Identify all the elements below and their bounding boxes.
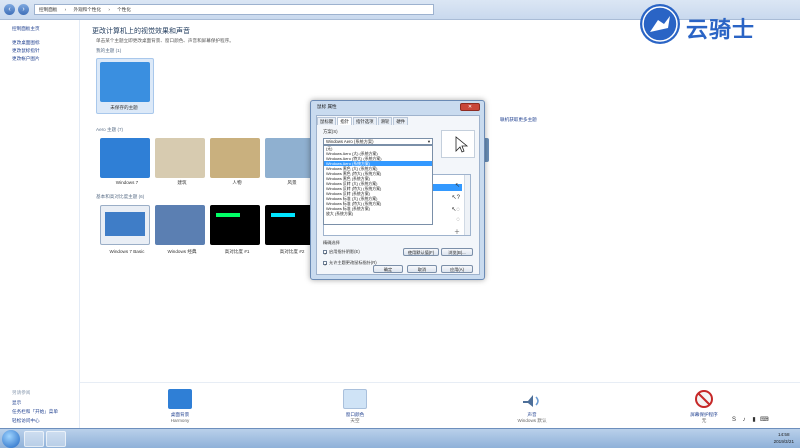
theme-windows7-basic[interactable]: Windows 7 Basic xyxy=(100,205,154,255)
window-color-button[interactable]: 窗口颜色 天空 xyxy=(325,389,385,424)
basic-themes-label: 基本和高对比度主题 (6) xyxy=(96,194,145,199)
keyboard-icon[interactable]: ⌨ xyxy=(760,416,769,424)
desktop-background-icon xyxy=(168,389,192,409)
my-themes-label: 我的主题 (1) xyxy=(96,48,122,53)
see-also-title: 另请参阅 xyxy=(12,390,31,395)
page-title: 更改计算机上的视觉效果和声音 xyxy=(92,28,190,35)
theme-architecture[interactable]: 建筑 xyxy=(155,138,209,188)
scheme-combobox[interactable]: Windows Aero (系统方案) ▼ xyxy=(323,138,433,145)
tab-hardware[interactable]: 硬件 xyxy=(393,117,409,125)
address-input[interactable]: 控制面板 › 外观和个性化 › 个性化 xyxy=(34,4,434,15)
sounds-icon xyxy=(520,389,544,409)
precision-select-label: 精确选择 xyxy=(323,240,340,245)
screen-saver-icon xyxy=(692,389,716,409)
checkbox-icon xyxy=(323,260,327,265)
dialog-tabs: 鼠标键 指针 指针选项 滑轮 硬件 xyxy=(317,117,409,125)
normal-select-icon: ↖ xyxy=(454,183,460,189)
knight-logo-icon xyxy=(640,4,680,44)
theme-windows7[interactable]: Windows 7 xyxy=(100,138,154,188)
back-button[interactable]: ‹ xyxy=(4,4,15,15)
desktop-background-button[interactable]: 桌面背景 Harmony xyxy=(150,389,210,423)
screen-saver-button[interactable]: 屏幕保护程序 无 xyxy=(674,389,734,424)
cancel-button[interactable]: 取消 xyxy=(407,265,437,273)
checkbox-icon xyxy=(323,249,327,254)
system-tray: S ♪ ▮ ⌨ xyxy=(730,416,769,424)
breadcrumb-2[interactable]: 外观和个性化 xyxy=(73,7,101,12)
brand-watermark: 云骑士 xyxy=(640,4,800,48)
list-scrollbar[interactable] xyxy=(464,175,470,235)
taskbar-explorer-button[interactable] xyxy=(24,431,44,447)
theme-high-contrast-1[interactable]: 高对比度 #1 xyxy=(210,205,264,255)
nav-ease-of-access[interactable]: 轻松访问中心 xyxy=(12,418,40,424)
forward-button[interactable]: › xyxy=(18,4,29,15)
apply-button[interactable]: 应用(A) xyxy=(441,265,473,273)
browse-button[interactable]: 浏览(B)... xyxy=(441,248,473,256)
theme-thumbnail xyxy=(100,62,150,102)
scheme-label: 方案(S) xyxy=(323,129,338,134)
volume-icon[interactable]: ♪ xyxy=(740,416,748,424)
mouse-properties-dialog: 鼠标 属性 ✕ 鼠标键 指针 指针选项 滑轮 硬件 方案(S) ↖ ↖? ↖◌ … xyxy=(310,100,485,280)
input-method-icon[interactable]: S xyxy=(730,416,738,424)
scheme-option[interactable]: 放大 (系统方案) xyxy=(324,211,432,216)
nav-display[interactable]: 显示 xyxy=(12,400,21,406)
scheme-dropdown-list[interactable]: (无) Windows Aero (大) (系统方案) Windows Aero… xyxy=(323,145,433,225)
theme-characters[interactable]: 人物 xyxy=(210,138,264,188)
allow-themes-checkbox[interactable]: 允许主题更改鼠标指针(R) xyxy=(323,260,377,266)
breadcrumb-3[interactable]: 个性化 xyxy=(117,7,131,12)
theme-unsaved[interactable]: 未保存的主题 xyxy=(96,58,154,114)
nav-taskbar-start-menu[interactable]: 任务栏和「开始」菜单 xyxy=(12,409,58,415)
working-background-icon: ↖◌ xyxy=(451,207,460,213)
brand-text: 云骑士 xyxy=(686,17,756,42)
left-navigation: 控制面板主页 更改桌面图标 更改鼠标指针 更改帐户图片 另请参阅 显示 任务栏和… xyxy=(0,20,80,428)
network-icon[interactable]: ▮ xyxy=(750,416,758,424)
tab-pointers[interactable]: 指针 xyxy=(337,117,352,125)
sounds-button[interactable]: 声音 Windows 默认 xyxy=(502,389,562,424)
dialog-body: 鼠标键 指针 指针选项 滑轮 硬件 方案(S) ↖ ↖? ↖◌ ◌ ＋ 精确选择… xyxy=(316,115,480,275)
nav-change-desktop-icons[interactable]: 更改桌面图标 xyxy=(12,40,40,46)
system-clock[interactable]: 14:58 2019/3/21 xyxy=(774,431,794,445)
precision-select-icon: ＋ xyxy=(453,230,460,236)
tab-pointer-options[interactable]: 指针选项 xyxy=(352,117,377,125)
taskbar-control-panel-button[interactable] xyxy=(46,431,66,447)
tab-buttons[interactable]: 鼠标键 xyxy=(317,117,337,125)
nav-change-mouse-pointers[interactable]: 更改鼠标指针 xyxy=(12,48,40,54)
aero-themes-label: Aero 主题 (7) xyxy=(96,127,124,132)
theme-name: 未保存的主题 xyxy=(110,105,138,110)
theme-settings-bar: 桌面背景 Harmony 窗口颜色 天空 声音 Windows 默认 屏幕保护程… xyxy=(80,382,800,428)
get-more-themes-link[interactable]: 联机获取更多主题 xyxy=(500,117,537,123)
nav-control-panel-home[interactable]: 控制面板主页 xyxy=(12,26,40,32)
close-button[interactable]: ✕ xyxy=(460,103,480,111)
window-color-icon xyxy=(343,389,367,409)
breadcrumb-1[interactable]: 控制面板 xyxy=(39,7,57,12)
taskbar: 14:58 2019/3/21 xyxy=(0,428,800,448)
pointer-shadow-checkbox[interactable]: 启用指针阴影(E) xyxy=(323,249,360,255)
start-button[interactable] xyxy=(2,430,20,448)
busy-icon: ◌ xyxy=(456,217,460,223)
use-default-button[interactable]: 使用默认值(F) xyxy=(403,248,439,256)
page-description: 单击某个主题立即更改桌面背景、窗口颜色、声音和屏幕保护程序。 xyxy=(96,38,234,43)
nav-change-account-picture[interactable]: 更改帐户图片 xyxy=(12,56,40,62)
dialog-title: 鼠标 属性 xyxy=(317,104,337,109)
pointer-preview xyxy=(441,130,475,158)
theme-windows-classic[interactable]: Windows 经典 xyxy=(155,205,209,255)
help-select-icon: ↖? xyxy=(451,195,460,201)
tab-wheel[interactable]: 滑轮 xyxy=(377,117,393,125)
ok-button[interactable]: 确定 xyxy=(373,265,403,273)
